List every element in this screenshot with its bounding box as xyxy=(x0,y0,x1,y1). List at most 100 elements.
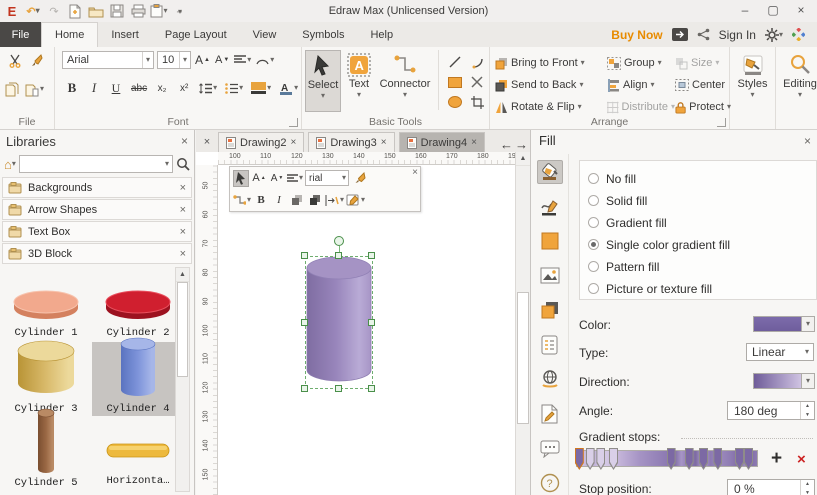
canvas-scroll-thumb[interactable] xyxy=(517,292,529,424)
cut-button[interactable] xyxy=(7,52,23,70)
mini-style-pen-button[interactable]: ▾ xyxy=(346,192,365,209)
arrange-dialog-launcher[interactable] xyxy=(717,118,726,127)
font-size-combo[interactable]: 10 ▾ xyxy=(157,51,191,69)
protect-button[interactable]: Protect▾ xyxy=(675,97,731,117)
close-window-button[interactable]: × xyxy=(787,0,815,20)
line-tab-icon[interactable] xyxy=(537,195,563,219)
paste-button[interactable]: ▾ xyxy=(24,80,45,98)
radio-icon[interactable] xyxy=(588,217,599,228)
stop-down-icon[interactable]: ▼ xyxy=(801,489,814,495)
connector-tool-button[interactable]: Connector ▾ xyxy=(377,50,433,112)
bring-to-front-button[interactable]: Bring to Front▾ xyxy=(495,53,607,73)
resize-handle-se[interactable] xyxy=(368,385,375,392)
comment-tab-icon[interactable] xyxy=(537,437,563,461)
rectangle-tool-button[interactable] xyxy=(447,73,463,91)
menu-tab-symbols[interactable]: Symbols xyxy=(289,22,357,47)
shape-cylinder-1[interactable]: Cylinder 1 xyxy=(0,268,92,342)
resize-handle-nw[interactable] xyxy=(301,252,308,259)
gradient-stop-52[interactable] xyxy=(667,448,676,470)
angle-down-icon[interactable]: ▼ xyxy=(801,411,814,420)
subscript-button[interactable]: x₂ xyxy=(154,79,170,97)
shape-cylinder-3[interactable]: Cylinder 3 xyxy=(0,342,92,416)
stop-up-icon[interactable]: ▲ xyxy=(801,480,814,489)
library-close-icon[interactable]: × xyxy=(180,182,186,194)
radio-icon[interactable] xyxy=(588,283,599,294)
select-tool-button[interactable]: Select ▾ xyxy=(305,50,341,112)
pencil-tool-button[interactable] xyxy=(469,73,485,91)
mini-increase-font-button[interactable]: A▲ xyxy=(251,170,267,187)
line-spacing-button[interactable]: ▾ xyxy=(198,79,218,97)
drawing-tab-drawing2[interactable]: Drawing2× xyxy=(218,132,304,152)
gradient-stop-78[interactable] xyxy=(713,448,722,470)
minimize-button[interactable]: – xyxy=(731,0,759,20)
gradient-stop-90[interactable] xyxy=(735,448,744,470)
resize-handle-sw[interactable] xyxy=(301,385,308,392)
gradient-stop-1[interactable] xyxy=(575,448,584,470)
shape-partial[interactable] xyxy=(92,490,184,495)
underline-button[interactable]: U xyxy=(108,79,124,97)
menu-tab-view[interactable]: View xyxy=(240,22,290,47)
resize-handle-e[interactable] xyxy=(368,319,375,326)
fill-option-pattern-fill[interactable]: Pattern fill xyxy=(588,257,816,276)
angle-spinner[interactable]: 180 deg ▲▼ xyxy=(727,401,815,420)
increase-font-button[interactable]: A▲ xyxy=(194,51,211,69)
distribute-button[interactable]: Distribute▾ xyxy=(607,97,675,117)
library-close-icon[interactable]: × xyxy=(180,248,186,260)
stop-position-spinner[interactable]: 0 % ▲▼ xyxy=(727,479,815,495)
gradient-stop-20[interactable] xyxy=(609,448,618,470)
resize-handle-s[interactable] xyxy=(335,385,342,392)
buy-now-link[interactable]: Buy Now xyxy=(611,28,662,42)
canvas-scroll-up-icon[interactable]: ▲ xyxy=(516,152,530,166)
gradient-stop-95[interactable] xyxy=(744,448,753,470)
radio-icon[interactable] xyxy=(588,239,599,250)
font-family-combo[interactable]: Arial ▾ xyxy=(62,51,154,69)
sidebar-scroll-up-icon[interactable]: ▲ xyxy=(176,268,189,282)
mini-bold-button[interactable]: B xyxy=(253,192,269,209)
send-to-back-button[interactable]: Send to Back▾ xyxy=(495,75,607,95)
canvas-vertical-scrollbar[interactable]: ▲ xyxy=(515,152,530,495)
menu-tab-insert[interactable]: Insert xyxy=(98,22,152,47)
size-button[interactable]: Size▾ xyxy=(675,53,731,73)
add-stop-button[interactable]: + xyxy=(771,448,782,470)
strikethrough-button[interactable]: abc xyxy=(130,79,148,97)
tab-close-icon[interactable]: × xyxy=(290,137,296,148)
mini-spacing-button[interactable]: ▾ xyxy=(325,192,344,209)
copy-button[interactable] xyxy=(4,80,20,98)
font-color-button[interactable]: A▾ xyxy=(278,79,299,97)
fill-option-single-color-gradient-fill[interactable]: Single color gradient fill xyxy=(588,235,816,254)
mini-toolbar-close-icon[interactable]: × xyxy=(412,167,418,178)
library-close-icon[interactable]: × xyxy=(180,226,186,238)
tab-nav-right-icon[interactable]: → xyxy=(515,137,528,152)
library-item-backgrounds[interactable]: Backgrounds× xyxy=(2,177,192,198)
resize-handle-w[interactable] xyxy=(301,319,308,326)
fill-option-gradient-fill[interactable]: Gradient fill xyxy=(588,213,816,232)
text-arc-button[interactable]: ▾ xyxy=(255,51,275,69)
font-dialog-launcher[interactable] xyxy=(289,118,298,127)
ellipse-tool-button[interactable] xyxy=(447,93,463,111)
picture-tab-icon[interactable] xyxy=(537,264,563,288)
fill-option-solid-fill[interactable]: Solid fill xyxy=(588,191,816,210)
resize-handle-ne[interactable] xyxy=(368,252,375,259)
help-tab-icon[interactable]: ? xyxy=(537,471,563,495)
sidebar-scroll-thumb[interactable] xyxy=(177,282,188,377)
library-close-icon[interactable]: × xyxy=(180,204,186,216)
tab-nav-left-icon[interactable]: ← xyxy=(500,137,513,152)
tab-close-icon[interactable]: × xyxy=(471,137,477,148)
radio-icon[interactable] xyxy=(588,261,599,272)
gradient-stop-62[interactable] xyxy=(685,448,694,470)
drawing-tab-drawing3[interactable]: Drawing3× xyxy=(308,132,394,152)
shape-partial[interactable] xyxy=(0,490,92,495)
curve-tool-button[interactable] xyxy=(469,53,485,71)
crop-tool-button[interactable] xyxy=(469,93,485,111)
library-search-input[interactable]: ▾ xyxy=(19,155,173,173)
menu-tab-home[interactable]: Home xyxy=(41,22,98,47)
fill-tab-icon[interactable] xyxy=(537,160,563,184)
libraries-close-icon[interactable]: × xyxy=(181,134,188,148)
export-image-icon[interactable] xyxy=(672,28,688,41)
italic-button[interactable]: I xyxy=(86,79,102,97)
sign-in-link[interactable]: Sign In xyxy=(719,28,756,42)
type-dropdown[interactable]: Linear▾ xyxy=(746,343,814,361)
text-align-button[interactable]: ▾ xyxy=(233,51,252,69)
shape-cylinder-2[interactable]: Cylinder 2 xyxy=(92,268,184,342)
gradient-stop-7[interactable] xyxy=(586,448,595,470)
